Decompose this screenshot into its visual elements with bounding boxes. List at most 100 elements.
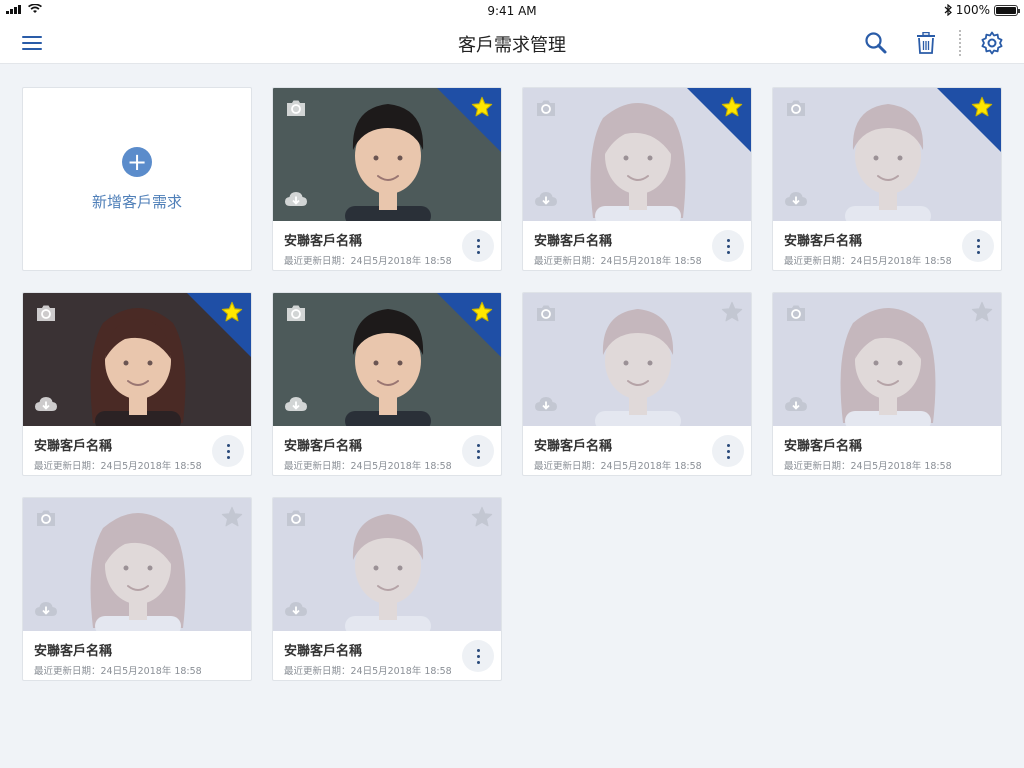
customer-card[interactable]: 安聯客戶名稱 最近更新日期：24日5月2018年 18:58 — [272, 497, 502, 681]
more-options-button[interactable] — [212, 435, 244, 467]
card-info: 安聯客戶名稱最近更新日期：24日5月2018年 18:58 — [273, 426, 501, 475]
customer-name: 安聯客戶名稱 — [34, 644, 113, 659]
more-dot — [476, 654, 480, 658]
customer-photo[interactable] — [523, 293, 751, 426]
more-options-button[interactable] — [462, 230, 494, 262]
battery-icon — [994, 4, 1020, 16]
customer-name: 安聯客戶名稱 — [284, 234, 363, 249]
customer-photo[interactable] — [773, 88, 1001, 221]
more-dot — [476, 238, 480, 242]
delete-button[interactable] — [910, 28, 942, 58]
star-outline-icon[interactable] — [971, 301, 993, 327]
more-dot — [976, 244, 980, 248]
customer-card[interactable]: 安聯客戶名稱最近更新日期：24日5月2018年 18:58 — [272, 292, 502, 476]
customer-card[interactable]: 安聯客戶名稱 最近更新日期：24日5月2018年 18:58 — [272, 87, 502, 271]
customer-photo[interactable] — [23, 498, 251, 631]
bluetooth-icon — [944, 4, 952, 16]
customer-photo[interactable] — [23, 293, 251, 426]
card-info: 安聯客戶名稱最近更新日期：24日5月2018年 18:58 — [773, 221, 1001, 270]
customer-name: 安聯客戶名稱 — [284, 439, 363, 454]
search-icon — [865, 32, 887, 54]
star-outline-icon[interactable] — [471, 506, 493, 532]
star-icon[interactable] — [471, 301, 493, 327]
cloud-download-icon[interactable] — [34, 395, 58, 417]
camera-icon[interactable] — [285, 99, 307, 121]
plus-icon: + — [122, 146, 152, 177]
star-outline-icon[interactable] — [221, 506, 243, 532]
customer-card[interactable]: 安聯客戶名稱最近更新日期：24日5月2018年 18:58 — [772, 87, 1002, 271]
customer-name: 安聯客戶名稱 — [784, 234, 863, 249]
cloud-download-icon[interactable] — [284, 190, 308, 212]
search-button[interactable] — [860, 28, 892, 58]
card-info: 安聯客戶名稱最近更新日期：24日5月2018年 18:58 — [523, 221, 751, 270]
card-info: 安聯客戶名稱 最近更新日期：24日5月2018年 18:58 — [273, 631, 501, 680]
customer-photo[interactable] — [273, 293, 501, 426]
more-vertical-icon — [959, 30, 961, 56]
customer-photo[interactable] — [523, 88, 751, 221]
star-outline-icon[interactable] — [721, 301, 743, 327]
cloud-download-icon[interactable] — [34, 600, 58, 622]
cloud-download-icon[interactable] — [534, 190, 558, 212]
card-info: 安聯客戶名稱 最近更新日期：24日5月2018年 18:58 — [523, 426, 751, 475]
more-dot — [726, 250, 730, 254]
customer-card[interactable]: 安聯客戶名稱最近更新日期：24日5月2018年 18:58 — [22, 292, 252, 476]
cloud-download-icon[interactable] — [784, 395, 808, 417]
customer-card[interactable]: 安聯客戶名稱最近更新日期：24日5月2018年 18:58 — [772, 292, 1002, 476]
camera-icon[interactable] — [535, 304, 557, 326]
more-dot — [226, 443, 230, 447]
more-dot — [726, 455, 730, 459]
star-icon[interactable] — [471, 96, 493, 122]
last-updated: 最近更新日期：24日5月2018年 18:58 — [534, 256, 702, 267]
more-dot — [476, 250, 480, 254]
camera-icon[interactable] — [285, 509, 307, 531]
add-customer-label: 新增客戶需求 — [91, 192, 182, 211]
more-dot — [726, 238, 730, 242]
add-customer-card[interactable]: + 新增客戶需求 — [22, 87, 252, 271]
last-updated: 最近更新日期：24日5月2018年 18:58 — [534, 461, 702, 472]
more-dot — [476, 443, 480, 447]
more-options-button[interactable] — [462, 435, 494, 467]
star-icon[interactable] — [721, 96, 743, 122]
cloud-download-icon[interactable] — [784, 190, 808, 212]
more-options-button[interactable] — [712, 230, 744, 262]
customer-photo[interactable] — [273, 498, 501, 631]
status-time: 9:41 AM — [487, 4, 537, 18]
customer-card[interactable]: 安聯客戶名稱 最近更新日期：24日5月2018年 18:58 — [522, 292, 752, 476]
customer-photo[interactable] — [273, 88, 501, 221]
camera-icon[interactable] — [35, 304, 57, 326]
more-options-button[interactable] — [962, 230, 994, 262]
customer-card[interactable]: 安聯客戶名稱最近更新日期：24日5月2018年 18:58 — [522, 87, 752, 271]
more-dot — [726, 449, 730, 453]
customer-name: 安聯客戶名稱 — [784, 439, 863, 454]
settings-button[interactable] — [976, 28, 1008, 58]
more-dot — [476, 449, 480, 453]
last-updated: 最近更新日期：24日5月2018年 18:58 — [34, 666, 202, 677]
last-updated: 最近更新日期：24日5月2018年 18:58 — [284, 461, 452, 472]
last-updated: 最近更新日期：24日5月2018年 18:58 — [784, 461, 952, 472]
customer-card[interactable]: 安聯客戶名稱最近更新日期：24日5月2018年 18:58 — [22, 497, 252, 681]
camera-icon[interactable] — [785, 304, 807, 326]
customer-name: 安聯客戶名稱 — [534, 234, 613, 249]
customer-photo[interactable] — [773, 293, 1001, 426]
more-dot — [226, 455, 230, 459]
more-options-button[interactable] — [462, 640, 494, 672]
last-updated: 最近更新日期：24日5月2018年 18:58 — [784, 256, 952, 267]
more-dot — [476, 660, 480, 664]
cloud-download-icon[interactable] — [534, 395, 558, 417]
star-icon[interactable] — [971, 96, 993, 122]
more-dot — [976, 250, 980, 254]
camera-icon[interactable] — [785, 99, 807, 121]
card-info: 安聯客戶名稱最近更新日期：24日5月2018年 18:58 — [23, 426, 251, 475]
more-dot — [976, 238, 980, 242]
more-options-button[interactable] — [712, 435, 744, 467]
star-icon[interactable] — [221, 301, 243, 327]
camera-icon[interactable] — [285, 304, 307, 326]
camera-icon[interactable] — [535, 99, 557, 121]
last-updated: 最近更新日期：24日5月2018年 18:58 — [34, 461, 202, 472]
card-info: 安聯客戶名稱最近更新日期：24日5月2018年 18:58 — [23, 631, 251, 680]
cloud-download-icon[interactable] — [284, 395, 308, 417]
battery-percent: 100% — [955, 3, 990, 17]
camera-icon[interactable] — [35, 509, 57, 531]
customer-name: 安聯客戶名稱 — [34, 439, 113, 454]
cloud-download-icon[interactable] — [284, 600, 308, 622]
